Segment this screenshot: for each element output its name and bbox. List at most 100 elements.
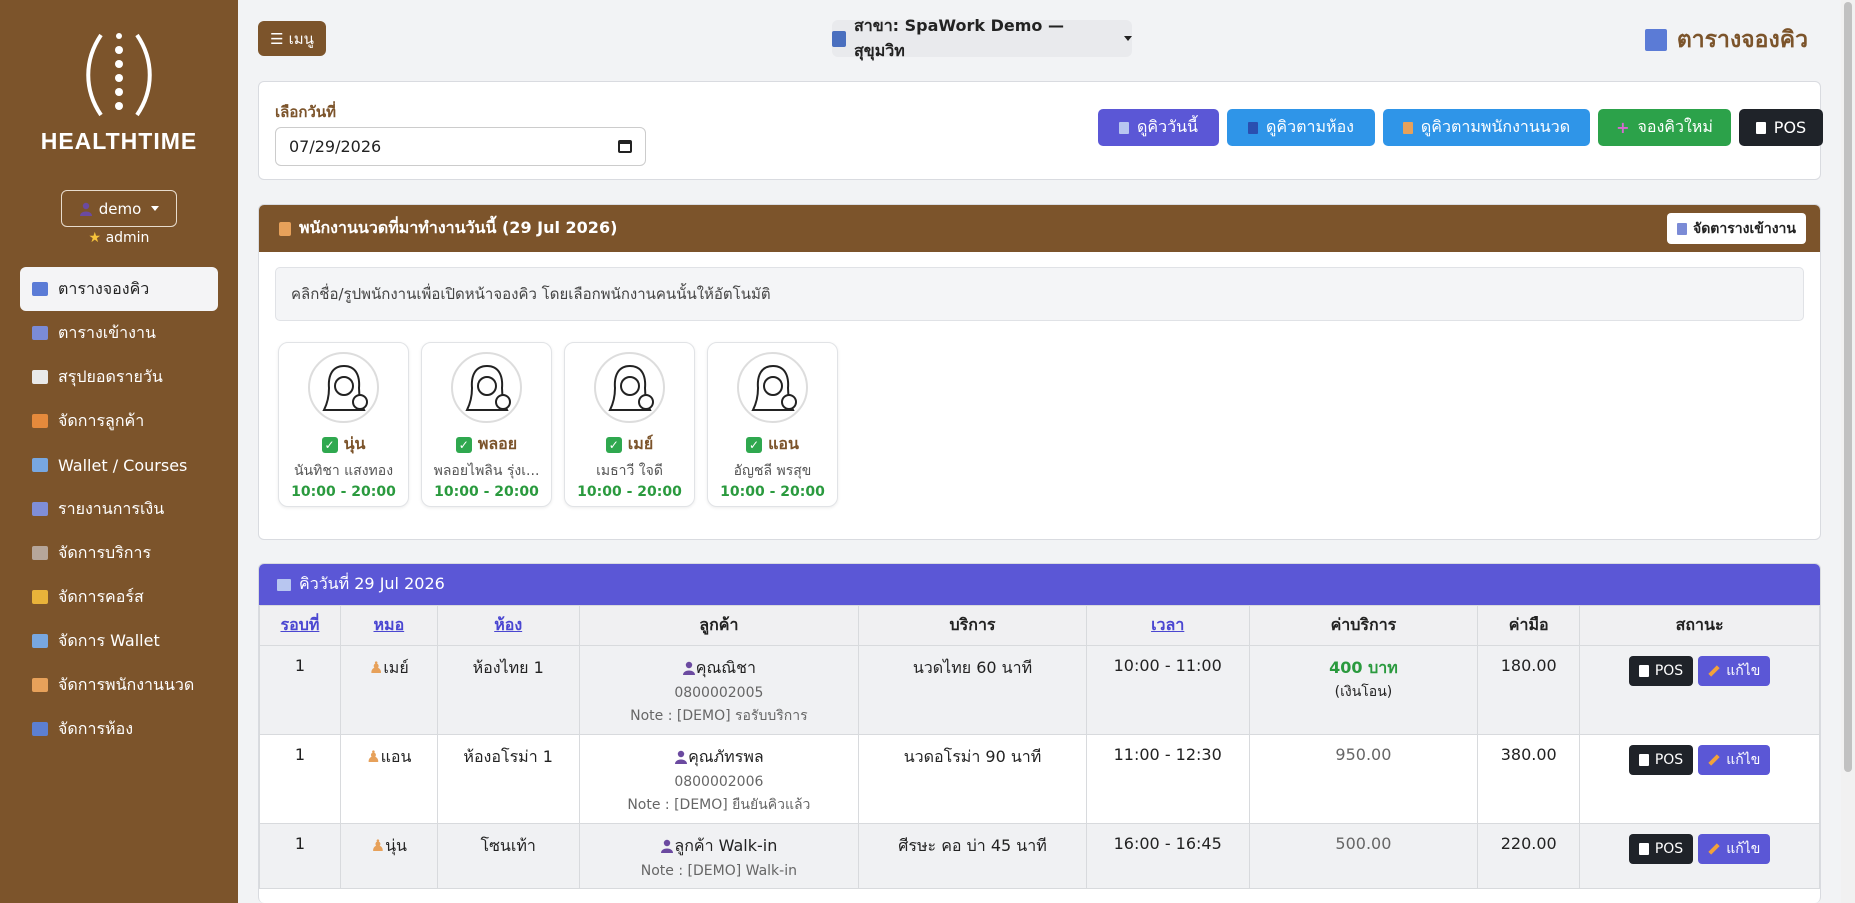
sidebar-item-label: จัดการ Wallet — [58, 630, 160, 650]
user-icon — [675, 750, 688, 764]
customer-note: Note : [DEMO] ยืนยันคิวแล้ว — [627, 797, 811, 813]
pos-button[interactable]: POS — [1739, 109, 1823, 146]
cell-customer: ลูกค้า Walk-in Note : [DEMO] Walk-in — [578, 823, 860, 889]
button-label: POS — [1654, 752, 1684, 768]
calendar-icon — [32, 282, 48, 296]
sidebar-item-booking[interactable]: ตารางจองคิว — [20, 267, 218, 311]
cell-tip: 380.00 — [1477, 734, 1581, 824]
female-avatar-icon — [750, 364, 797, 411]
view-by-room-button[interactable]: ดูคิวตามห้อง — [1227, 109, 1375, 146]
sidebar-item-wallet[interactable]: จัดการ Wallet — [20, 619, 218, 663]
new-booking-button[interactable]: + จองคิวใหม่ — [1598, 109, 1731, 146]
queue-title: คิววันที่ 29 Jul 2026 — [299, 574, 445, 593]
sidebar-item-label: จัดการคอร์ส — [58, 586, 144, 606]
bed-icon — [1248, 121, 1259, 134]
cell-staff: ♟แอน — [339, 734, 438, 824]
pencil-icon — [1708, 665, 1720, 677]
row-edit-button[interactable]: แก้ไข — [1698, 656, 1771, 686]
cell-price: 500.00 — [1248, 823, 1479, 889]
menu-label: เมนู — [288, 29, 314, 48]
cell-price: 400 บาท (เงินโอน) — [1248, 645, 1479, 735]
queue-card: คิววันที่ 29 Jul 2026 รอบที่ หมอ ห้อง ลู… — [258, 563, 1821, 903]
sidebar-item-finance-report[interactable]: รายงานการเงิน — [20, 487, 218, 531]
sidebar-item-wallet-courses[interactable]: Wallet / Courses — [20, 443, 218, 487]
staff-hours: 10:00 - 20:00 — [720, 484, 825, 500]
menu-button[interactable]: ☰ เมนู — [258, 21, 326, 56]
avatar[interactable] — [451, 352, 522, 423]
page-title: ตารางจองคิว — [1644, 22, 1808, 58]
staff-nick: แอน — [768, 434, 799, 453]
button-label: จัดตารางเข้างาน — [1693, 220, 1796, 237]
user-role: ★ admin — [0, 230, 238, 246]
cell-customer: คุณภัทรพล 0800002006 Note : [DEMO] ยืนยันค… — [578, 734, 860, 824]
price-value: 500.00 — [1335, 834, 1392, 853]
sidebar-item-staff[interactable]: จัดการพนักงานนวด — [20, 663, 218, 707]
column-header-round[interactable]: รอบที่ — [259, 605, 341, 646]
queue-card-header: คิววันที่ 29 Jul 2026 — [259, 564, 1820, 605]
user-dropdown[interactable]: demo — [61, 190, 177, 227]
sidebar-item-daily-summary[interactable]: สรุปยอดรายวัน — [20, 355, 218, 399]
scrollbar[interactable] — [1841, 0, 1855, 903]
cell-round: 1 — [259, 645, 341, 735]
row-edit-button[interactable]: แก้ไข — [1698, 745, 1771, 775]
schedule-button[interactable]: จัดตารางเข้างาน — [1667, 213, 1806, 244]
cell-round: 1 — [259, 823, 341, 889]
cell-staff: ♟เมย์ — [339, 645, 438, 735]
staff-card-item[interactable]: ✓ เมย์ เมธาวี ใจดี 10:00 - 20:00 — [564, 342, 695, 507]
staff-card-item[interactable]: ✓ แอน อัญชลี พรสุข 10:00 - 20:00 — [707, 342, 838, 507]
column-header-time[interactable]: เวลา — [1085, 605, 1250, 646]
calendar-icon — [1119, 121, 1130, 134]
staff-card: พนักงานนวดที่มาทำงานวันนี้ (29 Jul 2026)… — [258, 204, 1821, 540]
customer-name: ลูกค้า Walk-in — [674, 836, 778, 855]
cell-service: นวดไทย 60 นาที — [858, 645, 1087, 735]
row-pos-button[interactable]: POS — [1628, 745, 1694, 775]
calendar-picker-icon[interactable] — [618, 140, 632, 153]
date-value: 07/29/2026 — [289, 137, 382, 156]
sidebar-item-courses[interactable]: จัดการคอร์ส — [20, 575, 218, 619]
calendar-icon — [1677, 222, 1688, 235]
column-header-room[interactable]: ห้อง — [436, 605, 580, 646]
sidebar-item-customers[interactable]: จัดการลูกค้า — [20, 399, 218, 443]
receipt-icon — [1638, 665, 1649, 677]
cell-price: 950.00 — [1248, 734, 1479, 824]
staff-icon: ♟ — [370, 836, 386, 855]
staff-icon — [1402, 121, 1413, 134]
massage-icon — [32, 414, 48, 428]
female-avatar-icon — [464, 364, 511, 411]
scrollbar-thumb[interactable] — [1844, 2, 1852, 772]
avatar[interactable] — [737, 352, 808, 423]
row-edit-button[interactable]: แก้ไข — [1698, 834, 1771, 864]
staff-hours: 10:00 - 20:00 — [577, 484, 682, 500]
logo: HEALTHTIME — [0, 30, 238, 155]
sidebar-nav: ตารางจองคิว ตารางเข้างาน สรุปยอดรายวัน จ… — [20, 267, 218, 751]
avatar[interactable] — [308, 352, 379, 423]
view-by-staff-button[interactable]: ดูคิวตามพนักงานนวด — [1383, 109, 1590, 146]
sidebar-item-label: จัดการห้อง — [58, 718, 133, 738]
calendar-icon — [32, 326, 48, 340]
view-today-button[interactable]: ดูคิววันนี้ — [1098, 109, 1219, 146]
column-header-staff[interactable]: หมอ — [339, 605, 438, 646]
staff-card-item[interactable]: ✓ พลอย พลอยไพลิน รุ่งเ... 10:00 - 20:00 — [421, 342, 552, 507]
column-header-customer: ลูกค้า — [578, 605, 860, 646]
main-content: ☰ เมนู สาขา: SpaWork Demo — สุขุมวิท ตารา… — [238, 0, 1838, 903]
staff-hours: 10:00 - 20:00 — [434, 484, 539, 500]
price-value: 400 บาท — [1329, 658, 1398, 677]
staff-nick: เมย์ — [627, 434, 654, 453]
date-card: เลือกวันที่ 07/29/2026 ดูคิววันนี้ ดูคิว… — [258, 81, 1823, 180]
date-label: เลือกวันที่ — [275, 103, 336, 121]
sidebar-item-attendance[interactable]: ตารางเข้างาน — [20, 311, 218, 355]
branch-label: สาขา: SpaWork Demo — สุขุมวิท — [854, 15, 1064, 60]
price-value: 950.00 — [1335, 745, 1392, 764]
avatar[interactable] — [594, 352, 665, 423]
date-input[interactable]: 07/29/2026 — [275, 127, 646, 166]
staff-card-item[interactable]: ✓ นุ่น นันทิชา แสงทอง 10:00 - 20:00 — [278, 342, 409, 507]
sidebar-item-services[interactable]: จัดการบริการ — [20, 531, 218, 575]
sidebar-item-rooms[interactable]: จัดการห้อง — [20, 707, 218, 751]
branch-dropdown[interactable]: สาขา: SpaWork Demo — สุขุมวิท — [832, 16, 1132, 60]
row-pos-button[interactable]: POS — [1628, 834, 1694, 864]
button-label: แก้ไข — [1726, 841, 1761, 857]
customer-phone: 0800002005 — [674, 685, 764, 701]
check-icon: ✓ — [605, 436, 622, 453]
column-header-tip: ค่ามือ — [1477, 605, 1581, 646]
row-pos-button[interactable]: POS — [1628, 656, 1694, 686]
